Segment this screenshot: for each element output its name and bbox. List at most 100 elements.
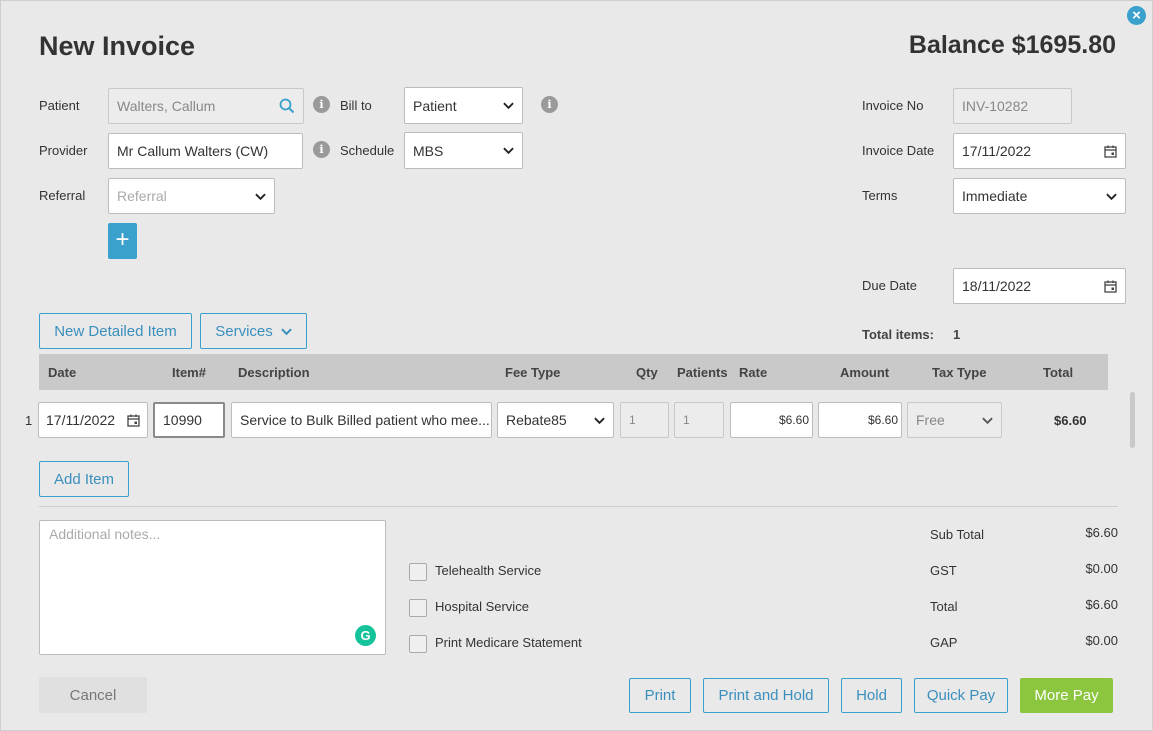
- invoice-no-label: Invoice No: [862, 98, 924, 113]
- new-detailed-item-button[interactable]: New Detailed Item: [39, 313, 192, 349]
- gst-label: GST: [930, 563, 957, 578]
- patient-field[interactable]: Walters, Callum: [108, 88, 304, 124]
- col-description: Description: [238, 365, 310, 380]
- bill-to-label: Bill to: [340, 98, 372, 113]
- more-pay-button[interactable]: More Pay: [1020, 678, 1113, 713]
- terms-label: Terms: [862, 188, 898, 203]
- total-items-value: 1: [953, 327, 961, 342]
- grammarly-icon[interactable]: G: [355, 625, 376, 646]
- notes-textarea[interactable]: Additional notes...: [39, 520, 386, 655]
- row-date-value: 17/11/2022: [46, 412, 116, 428]
- invoice-no-value: INV-10282: [962, 98, 1029, 114]
- row-index: 1: [25, 413, 33, 428]
- gap-value: $0.00: [1085, 633, 1118, 648]
- services-label: Services: [215, 322, 273, 340]
- referral-select[interactable]: Referral: [108, 178, 275, 214]
- invoice-date-field[interactable]: 17/11/2022: [953, 133, 1126, 169]
- terms-select[interactable]: Immediate: [953, 178, 1126, 214]
- total-label: Total: [930, 599, 958, 614]
- hold-button[interactable]: Hold: [841, 678, 902, 713]
- col-item: Item#: [172, 365, 206, 380]
- chevron-down-icon: [255, 193, 266, 200]
- col-rate: Rate: [739, 365, 768, 380]
- provider-value: Mr Callum Walters (CW): [117, 143, 269, 159]
- row-patients-field[interactable]: 1: [674, 402, 724, 438]
- total-value: $6.60: [1085, 597, 1118, 612]
- row-date-field[interactable]: 17/11/2022: [38, 402, 148, 438]
- chevron-down-icon: [1106, 193, 1117, 200]
- row-patients-value: 1: [683, 413, 690, 427]
- hospital-checkbox[interactable]: [409, 599, 427, 617]
- patient-info-icon[interactable]: i: [313, 96, 330, 113]
- row-fee-type-select[interactable]: Rebate85: [497, 402, 614, 438]
- balance-amount: Balance $1695.80: [908, 31, 1116, 59]
- chevron-down-icon: [503, 147, 514, 155]
- provider-label: Provider: [39, 143, 88, 158]
- subtotal-value: $6.60: [1085, 525, 1118, 540]
- chevron-down-icon: [982, 417, 993, 424]
- due-date-value: 18/11/2022: [962, 278, 1032, 294]
- schedule-select[interactable]: MBS: [404, 132, 523, 169]
- row-tax-type-value: Free: [916, 412, 945, 428]
- bill-to-info-icon[interactable]: i: [541, 96, 558, 113]
- terms-value: Immediate: [962, 188, 1028, 204]
- row-item-field[interactable]: 10990: [153, 402, 225, 438]
- add-item-button[interactable]: Add Item: [39, 461, 129, 497]
- row-description-field[interactable]: Service to Bulk Billed patient who mee..…: [231, 402, 492, 438]
- cancel-button[interactable]: Cancel: [39, 677, 147, 713]
- table-row: 1 17/11/2022 10990 Service to Bulk Bille…: [1, 401, 1121, 439]
- col-tax-type: Tax Type: [932, 365, 987, 380]
- row-amount-field[interactable]: $6.60: [818, 402, 902, 438]
- chevron-down-icon: [503, 102, 514, 110]
- col-qty: Qty: [636, 365, 658, 380]
- subtotal-label: Sub Total: [930, 527, 984, 542]
- schedule-value: MBS: [413, 142, 444, 159]
- quick-pay-button[interactable]: Quick Pay: [914, 678, 1008, 713]
- chevron-down-icon: [280, 327, 292, 335]
- print-and-hold-button[interactable]: Print and Hold: [703, 678, 829, 713]
- hospital-label: Hospital Service: [435, 599, 529, 614]
- services-button[interactable]: Services: [200, 313, 307, 349]
- patient-value: Walters, Callum: [117, 98, 216, 114]
- calendar-icon[interactable]: [1104, 280, 1117, 293]
- row-amount-value: $6.60: [867, 413, 898, 427]
- new-invoice-dialog: × New Invoice Balance $1695.80 Patient W…: [0, 0, 1153, 731]
- search-icon[interactable]: [279, 98, 295, 114]
- gap-label: GAP: [930, 635, 958, 650]
- calendar-icon[interactable]: [127, 414, 140, 427]
- invoice-no-field[interactable]: INV-10282: [953, 88, 1072, 124]
- row-fee-type-value: Rebate85: [506, 412, 567, 428]
- notes-placeholder: Additional notes...: [49, 526, 161, 542]
- referral-placeholder: Referral: [117, 188, 167, 204]
- col-total: Total: [1043, 365, 1074, 380]
- table-scrollbar[interactable]: [1130, 392, 1135, 448]
- referral-label: Referral: [39, 188, 86, 203]
- provider-field[interactable]: Mr Callum Walters (CW): [108, 133, 303, 169]
- row-qty-value: 1: [629, 413, 636, 427]
- due-date-label: Due Date: [862, 278, 917, 293]
- invoice-date-label: Invoice Date: [862, 143, 935, 158]
- due-date-field[interactable]: 18/11/2022: [953, 268, 1126, 304]
- invoice-date-value: 17/11/2022: [962, 143, 1032, 159]
- chevron-down-icon: [594, 417, 605, 424]
- print-button[interactable]: Print: [629, 678, 691, 713]
- schedule-label: Schedule: [340, 143, 395, 158]
- row-tax-type-select[interactable]: Free: [907, 402, 1002, 438]
- bill-to-value: Patient: [413, 97, 457, 114]
- close-icon[interactable]: ×: [1127, 6, 1146, 25]
- bill-to-select[interactable]: Patient: [404, 87, 523, 124]
- telehealth-checkbox[interactable]: [409, 563, 427, 581]
- telehealth-label: Telehealth Service: [435, 563, 542, 578]
- row-qty-field[interactable]: 1: [620, 402, 669, 438]
- add-referral-button[interactable]: +: [108, 223, 137, 259]
- provider-info-icon[interactable]: i: [313, 141, 330, 158]
- total-items-label: Total items:: [862, 327, 934, 342]
- col-amount: Amount: [840, 365, 890, 380]
- calendar-icon[interactable]: [1104, 145, 1117, 158]
- col-date: Date: [48, 365, 77, 380]
- dialog-title: New Invoice: [39, 31, 196, 61]
- row-rate-field[interactable]: $6.60: [730, 402, 813, 438]
- print-medicare-checkbox[interactable]: [409, 635, 427, 653]
- col-fee-type: Fee Type: [505, 365, 561, 380]
- patient-label: Patient: [39, 98, 80, 113]
